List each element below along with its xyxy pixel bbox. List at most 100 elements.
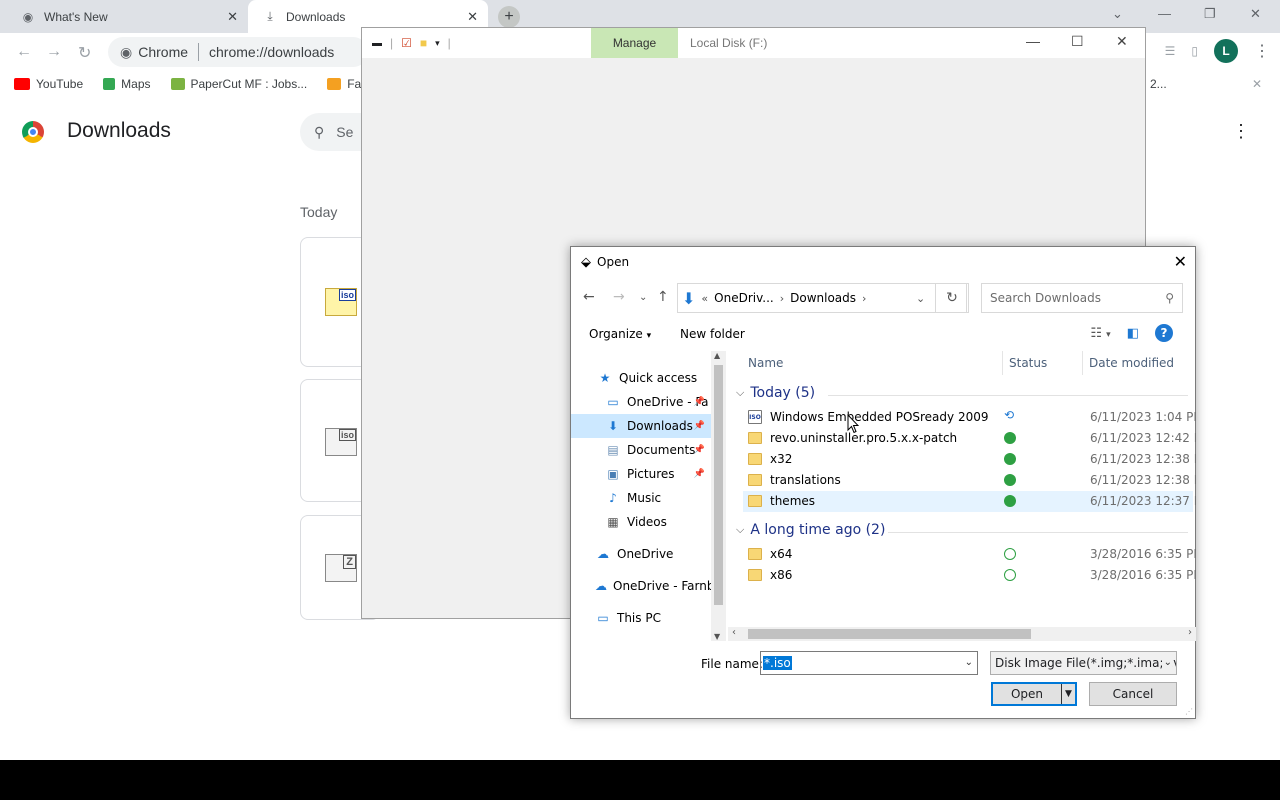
- scroll-up-icon[interactable]: ▲: [714, 351, 720, 360]
- bookmark-maps[interactable]: Maps: [103, 77, 151, 91]
- column-status[interactable]: Status: [1009, 356, 1047, 370]
- chevron-down-icon[interactable]: ⌄: [916, 292, 925, 305]
- file-row[interactable]: x86 3/28/2016 6:35 PM: [743, 565, 1196, 586]
- new-tab-button[interactable]: +: [498, 6, 520, 28]
- close-icon[interactable]: ✕: [1174, 252, 1187, 271]
- address-breadcrumb[interactable]: ⬇ « OneDriv... › Downloads › ⌄: [677, 283, 967, 313]
- nav-item-downloads[interactable]: ⬇ Downloads 📌: [571, 414, 711, 438]
- breadcrumb-onedrive[interactable]: OneDriv...: [714, 291, 774, 305]
- nav-item-music[interactable]: ♪ Music: [571, 486, 711, 510]
- view-options-icon[interactable]: ☷ ▾: [1090, 326, 1110, 341]
- file-row[interactable]: translations 6/11/2023 12:38 PM: [743, 470, 1196, 491]
- file-name: Windows Embedded POSready 2009: [770, 410, 989, 424]
- avatar[interactable]: L: [1214, 39, 1238, 63]
- file-row[interactable]: ISO Windows Embedded POSready 2009 ⟲ 6/1…: [743, 407, 1196, 428]
- new-folder-button[interactable]: New folder: [680, 327, 745, 341]
- horizontal-scrollbar[interactable]: ‹ ›: [728, 627, 1196, 641]
- scrollbar-thumb[interactable]: [748, 629, 1031, 639]
- column-name[interactable]: Name: [748, 356, 783, 370]
- close-window-icon[interactable]: ✕: [1250, 6, 1261, 22]
- group-header-today[interactable]: ⌵ Today (5): [736, 385, 815, 401]
- iso-file-icon: ISO: [748, 410, 762, 424]
- open-dropdown-icon[interactable]: ▼: [1061, 684, 1075, 704]
- column-divider[interactable]: [1082, 351, 1083, 375]
- nav-item-onedrive[interactable]: ☁ OneDrive: [571, 542, 711, 566]
- file-name-input[interactable]: *.iso ⌄: [760, 651, 978, 675]
- maximize-icon[interactable]: ☐: [1071, 33, 1084, 50]
- preview-pane-icon[interactable]: ◧: [1127, 326, 1139, 341]
- file-row[interactable]: x32 6/11/2023 12:38 PM: [743, 449, 1196, 470]
- nav-item-videos[interactable]: ▦ Videos: [571, 510, 711, 534]
- scrollbar-thumb[interactable]: [714, 365, 723, 605]
- side-panel-icon[interactable]: ▯: [1191, 44, 1198, 58]
- nav-item-documents[interactable]: ▤ Documents 📌: [571, 438, 711, 462]
- address-bar[interactable]: ◉ Chrome chrome://downloads: [108, 37, 368, 67]
- nav-label: Quick access: [619, 371, 698, 385]
- file-date: 6/11/2023 12:38 PM: [1090, 452, 1196, 466]
- scroll-right-icon[interactable]: ›: [1188, 627, 1192, 638]
- back-icon[interactable]: ←: [583, 289, 595, 305]
- bookmark-youtube[interactable]: YouTube: [14, 77, 83, 91]
- back-icon[interactable]: ←: [16, 43, 32, 61]
- file-row[interactable]: revo.uninstaller.pro.5.x.x-patch 6/11/20…: [743, 428, 1196, 449]
- minimize-icon[interactable]: —: [1158, 6, 1171, 21]
- chevron-down-icon: ⌵: [736, 386, 745, 399]
- properties-icon[interactable]: ☑: [401, 36, 412, 50]
- scroll-left-icon[interactable]: ‹: [732, 627, 736, 638]
- nav-pane-scrollbar[interactable]: ▲ ▼: [711, 351, 726, 641]
- desktop-screen: ◉ What's New ✕ ⤓ Downloads ✕ + ⌄ — ❐ ✕ ←…: [0, 0, 1280, 760]
- bookmark-papercut[interactable]: PaperCut MF : Jobs...: [170, 77, 307, 91]
- chevron-right-icon[interactable]: ›: [862, 292, 866, 305]
- close-icon[interactable]: ✕: [1252, 77, 1262, 91]
- organize-button[interactable]: Organize ▾: [589, 327, 651, 341]
- group-header-long-time-ago[interactable]: ⌵ A long time ago (2): [736, 522, 885, 538]
- file-name: translations: [770, 473, 841, 487]
- open-button[interactable]: Open ▼: [991, 682, 1077, 706]
- resize-grip-icon[interactable]: ⋰: [1185, 707, 1193, 716]
- column-date-modified[interactable]: Date modified: [1089, 356, 1174, 370]
- chevron-right-icon[interactable]: ›: [780, 292, 784, 305]
- site-chip[interactable]: ◉ Chrome: [120, 43, 200, 61]
- bookmark-overflow[interactable]: 2...: [1150, 77, 1167, 91]
- search-input[interactable]: Search Downloads ⚲: [981, 283, 1183, 313]
- drive-icon[interactable]: ▬: [372, 38, 382, 49]
- close-icon[interactable]: ✕: [467, 9, 478, 25]
- chrome-logo-icon: [22, 121, 44, 143]
- bookmark-far[interactable]: Far: [327, 77, 365, 91]
- more-icon[interactable]: ⋮: [1232, 121, 1250, 142]
- restore-icon[interactable]: ❐: [1204, 6, 1216, 22]
- manage-tab[interactable]: Manage: [591, 28, 678, 58]
- reload-icon[interactable]: ↻: [78, 43, 91, 63]
- refresh-icon[interactable]: ↻: [935, 283, 969, 313]
- more-icon[interactable]: ⋮: [1254, 41, 1270, 61]
- nav-item-this-pc[interactable]: ▭ This PC: [571, 606, 711, 630]
- recent-locations-icon[interactable]: ⌄: [639, 292, 647, 303]
- breadcrumb-overflow[interactable]: «: [701, 292, 708, 305]
- chevron-down-icon[interactable]: ⌄: [965, 657, 973, 668]
- help-icon[interactable]: ?: [1155, 324, 1173, 342]
- file-type-select[interactable]: Disk Image File(*.img;*.ima;*.vh ⌄: [990, 651, 1177, 675]
- minimize-icon[interactable]: —: [1026, 33, 1040, 49]
- file-row[interactable]: x64 3/28/2016 6:35 PM: [743, 544, 1196, 565]
- nav-item-onedrive-fa[interactable]: ▭ OneDrive - Fa 📌: [571, 390, 711, 414]
- scroll-down-icon[interactable]: ▼: [714, 632, 720, 641]
- folder-icon[interactable]: ■: [420, 36, 427, 50]
- forward-icon[interactable]: →: [46, 43, 62, 61]
- up-icon[interactable]: ↑: [657, 289, 669, 305]
- forward-icon[interactable]: →: [613, 289, 625, 305]
- reading-list-icon[interactable]: ☰: [1165, 44, 1176, 58]
- file-row[interactable]: themes 6/11/2023 12:37 PM: [743, 491, 1196, 512]
- nav-item-pictures[interactable]: ▣ Pictures 📌: [571, 462, 711, 486]
- cancel-button[interactable]: Cancel: [1089, 682, 1177, 706]
- nav-item-onedrive-farnbo[interactable]: ☁ OneDrive - Farnbo: [571, 574, 711, 598]
- folder-icon: [748, 453, 762, 465]
- dropdown-icon[interactable]: ▾: [435, 38, 440, 49]
- close-icon[interactable]: ✕: [227, 9, 238, 25]
- tab-whats-new[interactable]: ◉ What's New ✕: [8, 0, 248, 33]
- chevron-down-icon[interactable]: ⌄: [1112, 6, 1123, 22]
- column-divider[interactable]: [1002, 351, 1003, 375]
- nav-item-quick-access[interactable]: ★ Quick access: [571, 366, 711, 390]
- close-icon[interactable]: ✕: [1116, 33, 1128, 50]
- synced-check-icon: [1004, 453, 1016, 465]
- breadcrumb-downloads[interactable]: Downloads: [790, 291, 856, 305]
